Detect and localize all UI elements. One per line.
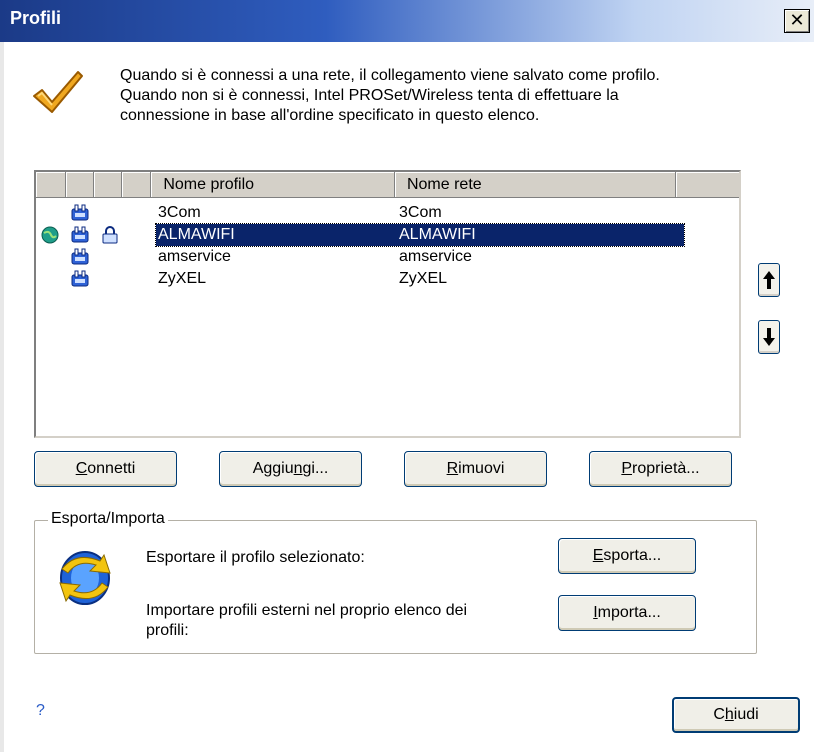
import-label-line: Importare profili esterni nel proprio el…: [146, 602, 468, 619]
network-adapter-icon: [71, 270, 89, 287]
network-adapter-icon: [71, 204, 89, 221]
arrow-down-icon: [763, 328, 775, 346]
profile-row[interactable]: 3Com 3Com: [36, 202, 739, 224]
profile-name: 3Com: [158, 204, 201, 221]
export-label: Esportare il profilo selezionato:: [146, 549, 365, 566]
profile-row-selected[interactable]: ALMAWIFI ALMAWIFI: [36, 223, 739, 247]
intro-line: connessione in base all'ordine specifica…: [120, 107, 540, 124]
intro-line: Quando si è connessi a una rete, il coll…: [120, 67, 660, 84]
header-icon-col-4[interactable]: [121, 172, 152, 198]
sync-arrows-icon: [59, 551, 111, 605]
intro-line: Quando non si è connessi, Intel PROSet/W…: [120, 87, 619, 104]
export-button[interactable]: Esporta...: [558, 538, 696, 574]
connect-button[interactable]: Connetti: [34, 451, 177, 487]
remove-button[interactable]: Rimuovi: [404, 451, 547, 487]
network-name: 3Com: [399, 204, 442, 221]
lock-icon: [102, 226, 118, 244]
header-icon-col-1[interactable]: [36, 172, 66, 198]
window-left-edge: [0, 42, 4, 752]
network-adapter-icon: [71, 248, 89, 265]
add-button[interactable]: Aggiungi...: [219, 451, 362, 487]
column-header-network-name[interactable]: Nome rete: [394, 172, 677, 198]
network-name: ALMAWIFI: [399, 226, 476, 243]
title-bar: Profili ✕: [0, 0, 814, 42]
profile-name: ALMAWIFI: [158, 226, 235, 243]
profiles-list[interactable]: Nome profilo Nome rete 3Com 3Com ALMAWIF…: [34, 170, 741, 438]
checkmark-icon: [33, 71, 83, 113]
properties-button[interactable]: Proprietà...: [589, 451, 732, 487]
arrow-up-icon: [763, 271, 775, 289]
header-icon-col-2[interactable]: [65, 172, 94, 198]
header-filler: [676, 172, 739, 198]
close-window-button[interactable]: ✕: [784, 9, 810, 33]
intro-description: Quando si è connessi a una rete, il coll…: [120, 66, 800, 126]
move-down-button[interactable]: [758, 320, 780, 354]
connected-globe-icon: [41, 226, 59, 244]
export-import-legend: Esporta/Importa: [48, 510, 168, 528]
help-link[interactable]: ?: [36, 702, 45, 720]
import-label-line: profili:: [146, 622, 189, 639]
profile-row[interactable]: ZyXEL ZyXEL: [36, 268, 739, 290]
network-name: amservice: [399, 248, 472, 265]
import-label: Importare profili esterni nel proprio el…: [146, 601, 546, 641]
profile-name: ZyXEL: [158, 270, 207, 287]
import-button[interactable]: Importa...: [558, 595, 696, 631]
column-header-profile-name[interactable]: Nome profilo: [151, 172, 395, 198]
window-title: Profili: [10, 8, 62, 28]
list-header: Nome profilo Nome rete: [36, 172, 739, 198]
move-up-button[interactable]: [758, 263, 780, 297]
header-icon-col-3[interactable]: [93, 172, 122, 198]
close-button[interactable]: Chiudi: [672, 697, 800, 733]
profile-row[interactable]: amservice amservice: [36, 246, 739, 268]
network-name: ZyXEL: [399, 270, 448, 287]
profile-name: amservice: [158, 248, 231, 265]
network-adapter-icon: [71, 226, 89, 243]
